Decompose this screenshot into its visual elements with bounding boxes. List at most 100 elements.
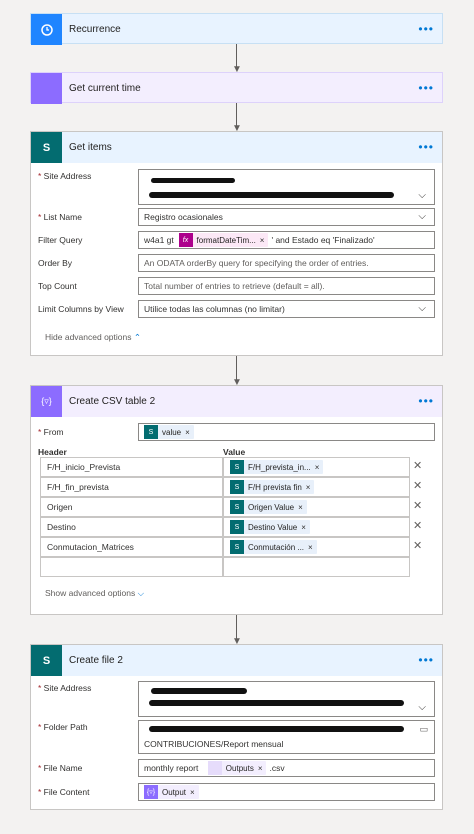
chevron-down-icon[interactable]: ⌵ bbox=[418, 303, 426, 314]
dynamic-token[interactable]: S F/H_prevista_in... × bbox=[230, 460, 324, 474]
chevron-down-icon[interactable]: ⌵ bbox=[418, 211, 426, 222]
current-time-title: Get current time bbox=[69, 83, 141, 94]
fx-icon: fx bbox=[178, 233, 193, 247]
sharepoint-icon: S bbox=[230, 480, 244, 494]
remove-icon[interactable]: × bbox=[306, 483, 311, 492]
flow-arrow: ▼ bbox=[230, 615, 244, 647]
header-cell[interactable]: F/H_inicio_Prevista bbox=[40, 457, 223, 477]
value-cell[interactable]: S Destino Value × bbox=[223, 517, 410, 537]
chevron-down-icon: ⌵ bbox=[137, 588, 145, 598]
dynamic-token[interactable]: S Conmutación ... × bbox=[230, 540, 317, 554]
delete-row-icon[interactable]: ✕ bbox=[413, 519, 422, 532]
hide-advanced-options-link[interactable]: Hide advanced options ⌃ bbox=[45, 332, 141, 343]
get-current-time-card[interactable]: Get current time ••• bbox=[30, 72, 443, 104]
dynamic-token[interactable]: Svalue × bbox=[144, 425, 194, 439]
header-cell[interactable]: Origen bbox=[40, 497, 223, 517]
header-cell[interactable]: F/H_fin_prevista bbox=[40, 477, 223, 497]
csv-columns-table: Header Value F/H_inicio_Prevista S F/H_pr… bbox=[38, 447, 433, 577]
header-cell[interactable]: Conmutacion_Matrices bbox=[40, 537, 223, 557]
create-file-title: Create file 2 bbox=[69, 655, 123, 666]
dynamic-token[interactable]: S Destino Value × bbox=[230, 520, 310, 534]
get-items-card: S Get items ••• * Site Address ⌵ * List … bbox=[30, 131, 443, 356]
delete-row-icon[interactable]: ✕ bbox=[413, 479, 422, 492]
value-cell[interactable]: S Conmutación ... × bbox=[223, 537, 410, 557]
clock-icon bbox=[31, 14, 62, 45]
order-by-field[interactable]: An ODATA orderBy query for specifying th… bbox=[138, 254, 435, 272]
remove-icon[interactable]: × bbox=[308, 543, 313, 552]
site-address-label: * Site Address bbox=[38, 171, 92, 181]
value-cell[interactable]: S F/H_prevista_in... × bbox=[223, 457, 410, 477]
from-field[interactable]: Svalue × bbox=[138, 423, 435, 441]
value-cell[interactable]: S Origen Value × bbox=[223, 497, 410, 517]
data-operations-icon bbox=[207, 761, 222, 775]
value-cell[interactable]: S F/H prevista fin × bbox=[223, 477, 410, 497]
variable-icon bbox=[31, 73, 62, 104]
header-cell[interactable]: Destino bbox=[40, 517, 223, 537]
remove-icon[interactable]: × bbox=[185, 428, 190, 437]
chevron-up-icon: ⌃ bbox=[133, 332, 141, 342]
csv-title: Create CSV table 2 bbox=[69, 396, 156, 407]
chevron-down-icon[interactable]: ⌵ bbox=[418, 702, 426, 713]
sharepoint-icon: S bbox=[31, 132, 62, 163]
remove-icon[interactable]: × bbox=[258, 764, 263, 773]
create-csv-card: {▿} Create CSV table 2 ••• * From Svalue… bbox=[30, 385, 443, 615]
remove-icon[interactable]: × bbox=[260, 236, 265, 245]
create-file-card: S Create file 2 ••• * Site Address ⌵ * F… bbox=[30, 644, 443, 810]
more-options-icon[interactable]: ••• bbox=[418, 140, 434, 154]
flow-arrow: ▼ bbox=[230, 356, 244, 388]
remove-icon[interactable]: × bbox=[301, 523, 306, 532]
delete-row-icon[interactable]: ✕ bbox=[413, 499, 422, 512]
remove-icon[interactable]: × bbox=[315, 463, 320, 472]
show-advanced-options-link[interactable]: Show advanced options ⌵ bbox=[45, 588, 144, 599]
site-address-field[interactable]: ⌵ bbox=[138, 681, 435, 717]
more-options-icon[interactable]: ••• bbox=[418, 394, 434, 408]
file-content-field[interactable]: {▿} Output × bbox=[138, 783, 435, 801]
redacted-mark bbox=[151, 178, 235, 183]
list-name-label: * List Name bbox=[38, 212, 82, 222]
value-cell[interactable] bbox=[223, 557, 410, 577]
more-options-icon[interactable]: ••• bbox=[418, 653, 434, 667]
limit-columns-label: Limit Columns by View bbox=[38, 304, 124, 314]
delete-row-icon[interactable]: ✕ bbox=[413, 539, 422, 552]
delete-row-icon[interactable]: ✕ bbox=[413, 459, 422, 472]
sharepoint-icon: S bbox=[230, 520, 244, 534]
dynamic-token[interactable]: S F/H prevista fin × bbox=[230, 480, 315, 494]
order-by-label: Order By bbox=[38, 258, 73, 268]
sharepoint-icon: S bbox=[230, 460, 244, 474]
file-name-field[interactable]: monthly report Outputs × .csv bbox=[138, 759, 435, 777]
file-name-label: * File Name bbox=[38, 763, 83, 773]
top-count-field[interactable]: Total number of entries to retrieve (def… bbox=[138, 277, 435, 295]
top-count-label: Top Count bbox=[38, 281, 77, 291]
redacted-mark bbox=[149, 726, 404, 732]
outputs-token[interactable]: Outputs × bbox=[207, 761, 267, 775]
folder-path-field[interactable]: CONTRIBUCIONES/Report mensual ▭ bbox=[138, 720, 435, 754]
remove-icon[interactable]: × bbox=[298, 503, 303, 512]
sharepoint-icon: S bbox=[230, 540, 244, 554]
data-operations-icon: {▿} bbox=[144, 785, 158, 799]
filter-query-field[interactable]: w4a1 gt fx formatDateTim... × ' and Estado… bbox=[138, 231, 435, 249]
from-label: * From bbox=[38, 427, 64, 437]
flow-arrow: ▼ bbox=[230, 103, 244, 134]
redacted-mark bbox=[149, 192, 394, 198]
get-items-title: Get items bbox=[69, 142, 112, 153]
more-options-icon[interactable]: ••• bbox=[418, 22, 434, 36]
chevron-down-icon[interactable]: ⌵ bbox=[418, 190, 426, 201]
more-options-icon[interactable]: ••• bbox=[418, 81, 434, 95]
folder-icon[interactable]: ▭ bbox=[419, 724, 428, 735]
sharepoint-icon: S bbox=[230, 500, 244, 514]
output-token[interactable]: {▿} Output × bbox=[144, 785, 199, 799]
dynamic-token[interactable]: S Origen Value × bbox=[230, 500, 307, 514]
limit-columns-field[interactable]: Utilice todas las columnas (no limitar) ⌵ bbox=[138, 300, 435, 318]
filter-query-label: Filter Query bbox=[38, 235, 83, 245]
folder-path-label: * Folder Path bbox=[38, 722, 88, 732]
header-column-label: Header bbox=[38, 447, 67, 457]
data-operations-icon: {▿} bbox=[31, 386, 62, 417]
recurrence-title: Recurrence bbox=[69, 24, 121, 35]
expression-token[interactable]: fx formatDateTim... × bbox=[178, 233, 269, 247]
recurrence-card[interactable]: Recurrence ••• bbox=[30, 13, 443, 45]
header-cell[interactable] bbox=[40, 557, 223, 577]
remove-icon[interactable]: × bbox=[190, 788, 195, 797]
list-name-field[interactable]: Registro ocasionales ⌵ bbox=[138, 208, 435, 226]
site-address-field[interactable]: ⌵ bbox=[138, 169, 435, 205]
folder-path-value: CONTRIBUCIONES/Report mensual bbox=[144, 739, 284, 749]
